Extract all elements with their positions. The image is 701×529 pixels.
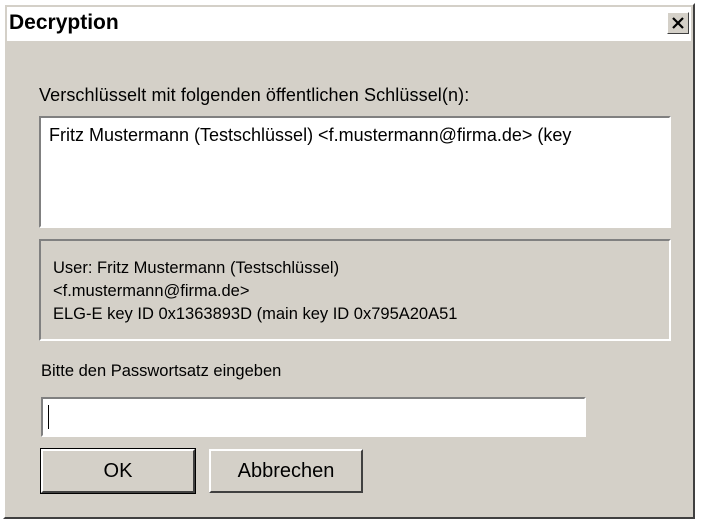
text-caret [48, 405, 49, 429]
user-key-id-line: ELG-E key ID 0x1363893D (main key ID 0x7… [53, 305, 458, 323]
user-info-panel: User: Fritz Mustermann (Testschlüssel) <… [39, 239, 671, 341]
passphrase-input[interactable] [41, 397, 586, 437]
decryption-dialog: Decryption Verschlüsselt mit folgenden ö… [3, 3, 695, 519]
title-bar[interactable]: Decryption [7, 7, 691, 41]
recipient-list[interactable]: Fritz Mustermann (Testschlüssel) <f.must… [39, 116, 671, 228]
recipients-label: Verschlüsselt mit folgenden öffentlichen… [39, 85, 470, 105]
ok-button[interactable]: OK [40, 448, 196, 494]
user-email-line: <f.mustermann@firma.de> [53, 282, 250, 300]
window-title: Decryption [9, 11, 119, 34]
close-button[interactable] [667, 12, 689, 34]
recipient-list-item[interactable]: Fritz Mustermann (Testschlüssel) <f.must… [49, 125, 571, 146]
cancel-button[interactable]: Abbrechen [209, 449, 363, 493]
passphrase-label: Bitte den Passwortsatz eingeben [41, 362, 282, 380]
user-name-line: User: Fritz Mustermann (Testschlüssel) [53, 259, 340, 277]
